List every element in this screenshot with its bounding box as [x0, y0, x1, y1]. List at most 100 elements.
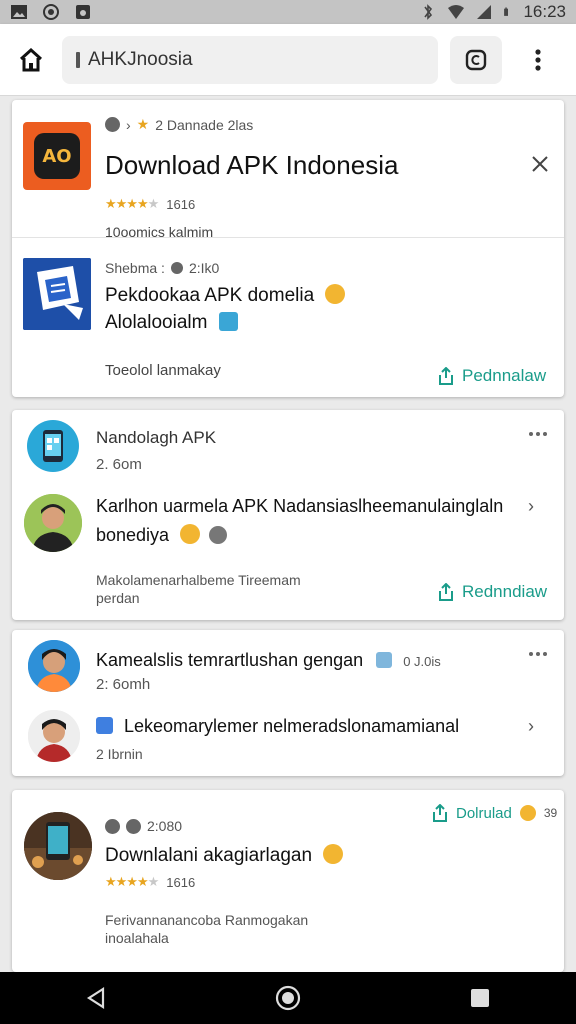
share-icon [433, 804, 447, 822]
download-label: Dolrulad [456, 804, 512, 822]
comment-title: Kamealslis temrartlushan gengan 0 J.0is [96, 650, 441, 671]
user-avatar [24, 494, 82, 552]
battery-icon [504, 7, 509, 16]
gallery-icon [11, 5, 27, 19]
home-icon [19, 47, 43, 71]
app-avatar [24, 812, 92, 880]
pin-icon [376, 652, 393, 668]
home-button[interactable] [0, 24, 62, 96]
card-footer-1: Ferivannanancoba Ranmogakan [105, 912, 309, 928]
close-button[interactable] [526, 150, 554, 178]
comment-suffix: 0 J.0is [403, 654, 441, 669]
post-line-2: Alolalooialm [105, 312, 238, 334]
comment-line-2: bonediya [96, 524, 228, 546]
download-card-2[interactable]: Dolrulad 39 2:080 Downlalani akagiarlaga… [12, 790, 564, 972]
chevron-right-icon[interactable]: › [528, 716, 534, 737]
comment-size: 2: 6omh [96, 676, 151, 693]
rating-count: 1616 [166, 196, 196, 212]
download-button[interactable]: Dolrulad 39 [432, 804, 557, 822]
app-icon-glyph: AO [34, 133, 80, 179]
card-title: Downlalani akagiarlagan [105, 844, 344, 867]
card-footer-1: Makolamenarhalbeme Tireemam [96, 572, 301, 588]
reply-line: Lekeomarylemer nelmeradslonamamianal [96, 716, 459, 737]
comment-card[interactable]: Kamealslis temrartlushan gengan 0 J.0is … [12, 630, 564, 776]
emoji-icon [325, 284, 346, 304]
url-text: AHKJnoosia [88, 48, 193, 70]
card-footer-2: inoalahala [105, 930, 169, 946]
app-name: Nandolagh APK [96, 428, 217, 447]
reply-sub: 2 Ibrnin [96, 746, 143, 762]
rating-count: 1616 [166, 874, 196, 890]
settings-icon [170, 262, 183, 274]
chevron-right-icon[interactable]: › [528, 496, 534, 517]
card-meta: 2:080 [105, 818, 182, 834]
post-author: Shebma : [105, 260, 165, 276]
share-button[interactable]: Pednnalaw [438, 366, 546, 386]
app-avatar [27, 420, 79, 472]
browser-toolbar: AHKJnoosia [0, 24, 576, 96]
tool-icon [218, 312, 238, 331]
overflow-menu-button[interactable] [514, 36, 562, 84]
user-avatar-2 [28, 710, 80, 762]
lock-app-icon [76, 5, 90, 19]
url-field[interactable]: AHKJnoosia [62, 35, 438, 84]
emoji-icon [180, 524, 201, 544]
card-title: Download APK Indonesia [105, 150, 399, 180]
tab-switcher-button[interactable] [450, 35, 502, 84]
home-nav-button[interactable] [264, 974, 312, 1022]
settings-icon [209, 526, 228, 544]
meta-text: 2 Dannade 2las [155, 116, 254, 133]
check-icon [96, 717, 113, 734]
card-subtitle: 10oomics kalmim [105, 224, 214, 240]
record-icon [43, 4, 59, 20]
post-line-1: Pekdookaa APK domelia [105, 284, 346, 307]
share-button[interactable]: Rednndiaw [438, 582, 547, 602]
rating-stars: ★★★★★ [105, 874, 159, 889]
post-thumbnail [23, 258, 91, 330]
share-icon [439, 583, 453, 601]
wifi-icon [448, 5, 465, 19]
more-vertical-icon [535, 48, 541, 71]
status-bar: 16:23 [0, 0, 576, 24]
badge-count: 39 [543, 806, 558, 820]
download-card[interactable]: AO › ★ 2 Dannade 2las Download APK Indon… [12, 100, 564, 397]
globe-icon [105, 818, 120, 834]
user-avatar [28, 640, 80, 692]
status-time: 16:23 [523, 2, 566, 21]
bluetooth-icon [424, 4, 433, 20]
close-icon [532, 156, 548, 172]
rating: ★★★★★ 1616 [105, 874, 195, 890]
emoji-icon [519, 805, 536, 821]
post-time: 2:Ik0 [188, 260, 220, 276]
post-line-2-text: Alolalooialm [105, 312, 208, 333]
feed: AO › ★ 2 Dannade 2las Download APK Indon… [0, 96, 576, 972]
back-icon [86, 986, 105, 1010]
card-footer-2: perdan [96, 590, 140, 606]
signal-icon [477, 5, 492, 19]
comment-line-2-text: bonediya [96, 525, 170, 545]
meta-time: 2:080 [147, 818, 183, 834]
settings-icon [126, 818, 141, 834]
back-button[interactable] [72, 974, 120, 1022]
card-header: AO › ★ 2 Dannade 2las Download APK Indon… [12, 100, 564, 240]
more-options-button[interactable] [529, 430, 551, 438]
reply-text: Lekeomarylemer nelmeradslonamamianal [124, 716, 460, 736]
app-size: 2. 6om [96, 456, 142, 473]
more-options-button[interactable] [529, 650, 551, 658]
separator-icon: › [126, 116, 131, 133]
comment-line-1: Karlhon uarmela APK Nadansiaslheemanulai… [96, 496, 504, 516]
share-label: Pednnalaw [462, 366, 547, 385]
rating: ★★★★★ 1616 [105, 196, 195, 212]
post-line-1-text: Pekdookaa APK domelia [105, 285, 315, 306]
card-meta: › ★ 2 Dannade 2las [105, 116, 253, 133]
post-meta: Shebma : 2:Ik0 [105, 260, 219, 276]
system-nav-bar [0, 972, 576, 1024]
card-footer: Toeolol lanmakay [105, 362, 221, 379]
home-circle-icon [275, 985, 301, 1011]
recents-button[interactable] [456, 974, 504, 1022]
share-icon [439, 367, 453, 385]
tabs-icon [465, 49, 487, 70]
app-card[interactable]: Nandolagh APK 2. 6om Karlhon uarmela APK… [12, 410, 564, 620]
emoji-icon [323, 844, 344, 864]
app-icon: AO [23, 122, 91, 190]
